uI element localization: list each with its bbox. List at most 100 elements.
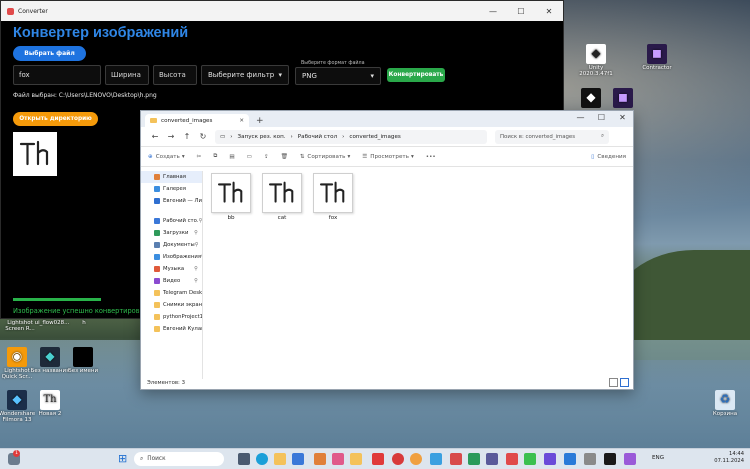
yandex-icon[interactable] <box>372 453 384 465</box>
breadcrumb-item[interactable]: Запуск рез. коп. <box>238 134 286 140</box>
clock[interactable]: 14:44 07.11.2024 <box>714 451 744 464</box>
desktop-icon-contractor-2[interactable]: ◼ <box>603 88 643 109</box>
file-item[interactable]: cat <box>262 173 302 221</box>
format-select[interactable]: PNG ▾ <box>295 67 381 85</box>
back-icon[interactable]: ← <box>147 132 163 141</box>
convert-button[interactable]: Конвертировать <box>387 68 445 82</box>
sidebar-item[interactable]: Снимки экрана <box>141 299 202 311</box>
input-language[interactable]: ENG <box>652 455 664 461</box>
sidebar-item[interactable]: Евгений Кулако <box>141 323 202 335</box>
file-name: cat <box>277 215 287 221</box>
copy-icon[interactable]: ⧉ <box>213 153 217 160</box>
sidebar-item[interactable]: Изображения⚲ <box>141 251 202 263</box>
pin-icon: ⚲ <box>198 218 203 224</box>
paste-icon[interactable]: ▤ <box>229 154 234 160</box>
up-icon[interactable]: ↑ <box>179 132 195 141</box>
terminal-icon[interactable] <box>604 453 616 465</box>
desktop-icon-unnamed[interactable]: Без имени <box>63 347 103 374</box>
share-icon[interactable]: ⇪ <box>264 154 269 160</box>
address-bar[interactable]: ▭ › Запуск рез. коп. › Рабочий стол › co… <box>215 129 487 144</box>
sidebar-item[interactable]: Видео ⚲ <box>141 275 202 287</box>
sidebar-item[interactable]: Telegram Deskto <box>141 287 202 299</box>
search-input[interactable]: Поиск в: converted_images ⌕ <box>495 129 609 144</box>
tab-label: converted_images <box>161 117 213 124</box>
app-taskbar-icon[interactable] <box>450 453 462 465</box>
sidebar-item[interactable]: Галерея <box>141 183 202 195</box>
taskbar-search-label: Поиск <box>147 456 166 462</box>
folder-icon <box>154 326 160 332</box>
sidebar-item[interactable]: Документы ⚲ <box>141 239 202 251</box>
filter-select[interactable]: Выберите фильтр ▾ <box>201 65 289 85</box>
sidebar-item[interactable]: Главная <box>141 171 202 183</box>
sidebar-item[interactable]: pythonProject14 <box>141 311 202 323</box>
app-taskbar-icon[interactable] <box>624 453 636 465</box>
app-taskbar-icon[interactable] <box>350 453 362 465</box>
sidebar-item[interactable]: Рабочий сто. ⚲ <box>141 215 202 227</box>
command-bar: ⊕ Создать ▾ ✂ ⧉ ▤ ▭ ⇪ 🗑 ⇅ Сортировать ▾ … <box>141 147 633 167</box>
desktop-icon-h[interactable]: h <box>64 320 104 326</box>
tab-converted-images[interactable]: converted_images ✕ <box>145 114 249 127</box>
tiles-view-icon[interactable] <box>620 378 629 387</box>
open-directory-button[interactable]: Открыть директорию <box>13 112 98 126</box>
cut-icon[interactable]: ✂ <box>197 154 202 160</box>
sidebar-item[interactable]: Евгений — Лич <box>141 195 202 207</box>
file-item[interactable]: bb <box>211 173 251 221</box>
height-input[interactable]: Высота <box>153 65 197 85</box>
close-icon[interactable]: ✕ <box>612 111 633 125</box>
explorer-taskbar-icon[interactable] <box>274 453 286 465</box>
app-taskbar-icon[interactable] <box>468 453 480 465</box>
minimize-icon[interactable]: — <box>479 7 507 16</box>
desktop-icon-recycle-bin[interactable]: ♻ Корзина <box>705 390 745 417</box>
view-button[interactable]: ☰ Просмотреть ▾ <box>362 154 414 160</box>
desktop-icon-unity[interactable]: ◆ Unity 2020.3.47f1 <box>576 44 616 78</box>
converter-taskbar-icon[interactable] <box>506 453 518 465</box>
firefox-icon[interactable] <box>410 453 422 465</box>
rename-icon[interactable]: ▭ <box>247 154 252 160</box>
close-icon[interactable]: ✕ <box>535 7 563 16</box>
choose-file-button[interactable]: Выбрать файл <box>13 46 86 61</box>
search-icon: ⌕ <box>140 455 144 462</box>
new-tab-icon[interactable]: + <box>256 116 264 126</box>
app-taskbar-icon[interactable] <box>430 453 442 465</box>
sort-button[interactable]: ⇅ Сортировать ▾ <box>300 154 351 160</box>
minimize-icon[interactable]: — <box>570 111 591 125</box>
refresh-icon[interactable]: ↻ <box>195 132 211 141</box>
desktop-icon-new2[interactable]: Th Новая 2 <box>30 390 70 417</box>
app-taskbar-icon[interactable] <box>486 453 498 465</box>
maximize-icon[interactable]: ☐ <box>507 7 535 16</box>
sidebar-item[interactable]: Музыка ⚲ <box>141 263 202 275</box>
delete-icon[interactable]: 🗑 <box>281 154 288 160</box>
details-view-icon[interactable] <box>609 378 618 387</box>
create-button[interactable]: ⊕ Создать ▾ <box>148 154 185 160</box>
app-taskbar-icon[interactable] <box>332 453 344 465</box>
breadcrumb-item[interactable]: Рабочий стол <box>298 134 337 140</box>
close-tab-icon[interactable]: ✕ <box>239 118 244 124</box>
edge-icon[interactable] <box>256 453 268 465</box>
opera-icon[interactable] <box>392 453 404 465</box>
width-input[interactable]: Ширина <box>105 65 149 85</box>
unity-icon: ◆ <box>586 44 606 64</box>
app-taskbar-icon[interactable] <box>544 453 556 465</box>
chevron-down-icon: ▾ <box>181 153 185 160</box>
store-icon[interactable] <box>292 453 304 465</box>
sidebar-item[interactable]: Загрузки ⚲ <box>141 227 202 239</box>
sidebar-item-label: Видео <box>163 278 181 284</box>
desktop-icon-contractor[interactable]: ◼ Contractor <box>637 44 677 71</box>
task-view-icon[interactable] <box>238 453 250 465</box>
file-item[interactable]: fox <box>313 173 353 221</box>
app-taskbar-icon[interactable] <box>564 453 576 465</box>
details-button[interactable]: ▯ Сведения <box>591 154 626 160</box>
taskbar-search[interactable]: ⌕ Поиск <box>134 452 224 466</box>
app-taskbar-icon[interactable] <box>584 453 596 465</box>
more-options-icon[interactable]: ••• <box>426 154 436 160</box>
folder-icon <box>154 174 160 180</box>
start-icon[interactable]: ⊞ <box>118 453 127 465</box>
name-input[interactable]: fox <box>13 65 101 85</box>
maximize-icon[interactable]: ☐ <box>591 111 612 125</box>
breadcrumb-item[interactable]: converted_images <box>349 134 400 140</box>
app-taskbar-icon[interactable] <box>314 453 326 465</box>
blank-icon <box>73 347 93 367</box>
forward-icon[interactable]: → <box>163 132 179 141</box>
pycharm-icon[interactable] <box>524 453 536 465</box>
folder-icon <box>154 230 160 236</box>
